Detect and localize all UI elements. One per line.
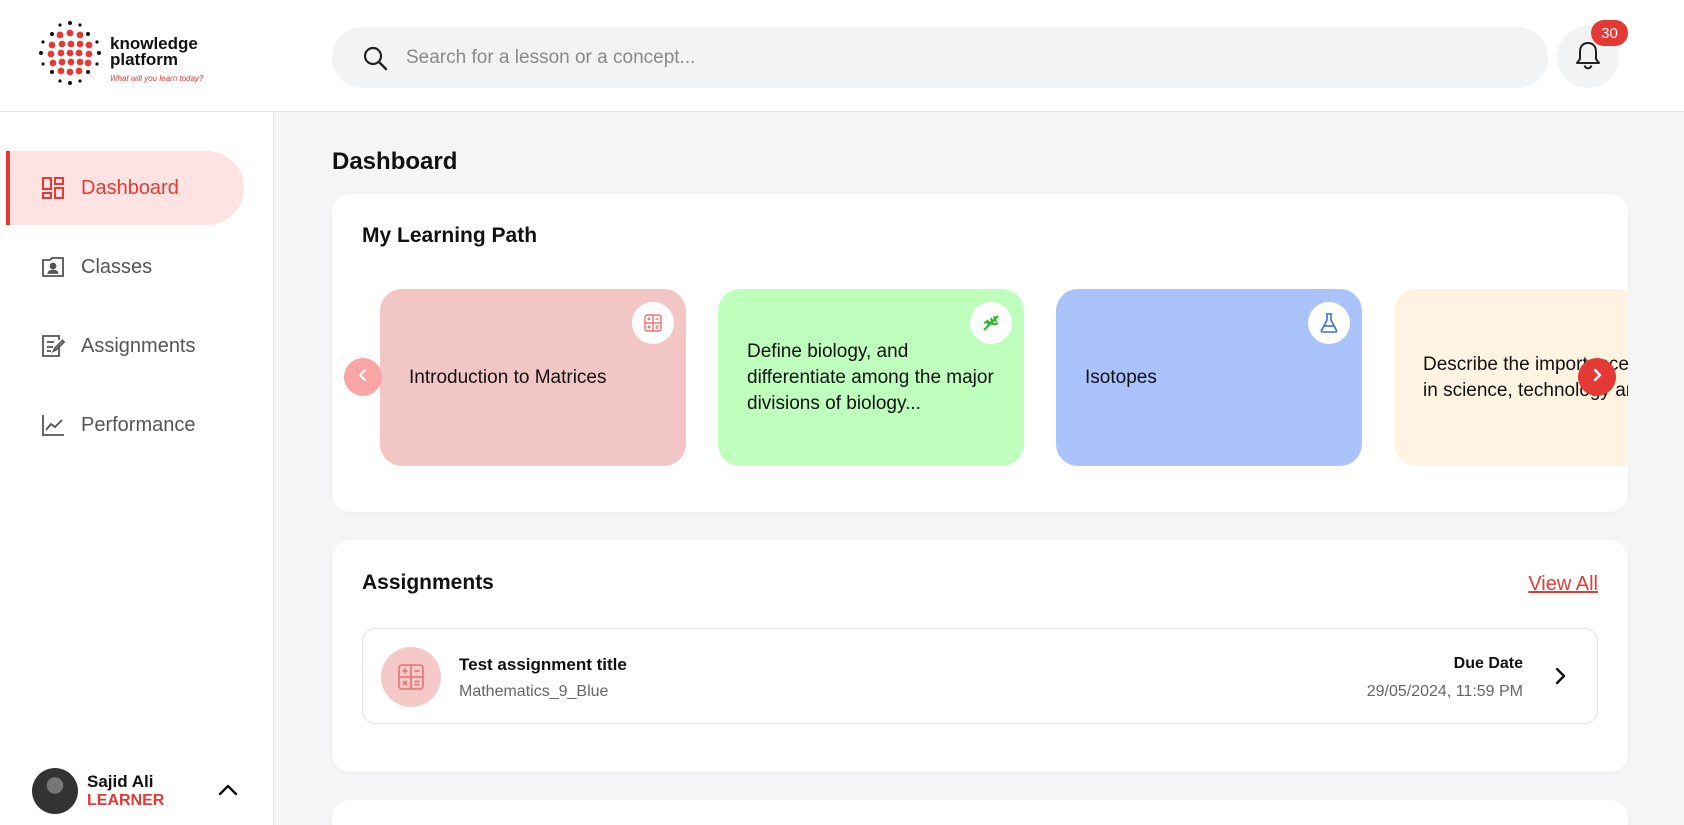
brand-name: knowledge platform xyxy=(110,35,198,69)
sidebar: Dashboard Classes Assignments Performanc… xyxy=(0,112,274,825)
lesson-card[interactable]: Introduction to Matrices xyxy=(380,289,686,466)
sidebar-item-classes[interactable]: Classes xyxy=(6,230,244,304)
brand-tagline: What will you learn today? xyxy=(110,74,204,83)
carousel-prev-button[interactable] xyxy=(344,358,382,396)
performance-chart-icon xyxy=(40,412,66,438)
next-section-card xyxy=(332,800,1628,825)
top-header: knowledge platform What will you learn t… xyxy=(0,0,1684,112)
brand-name-line2: platform xyxy=(110,50,178,69)
notification-count-badge: 30 xyxy=(1591,20,1628,46)
lesson-title: Isotopes xyxy=(1085,366,1157,388)
brand-logo[interactable]: knowledge platform What will you learn t… xyxy=(38,20,208,88)
due-date-value: 29/05/2024, 11:59 PM xyxy=(1366,683,1523,700)
flask-icon xyxy=(1308,302,1350,344)
lesson-card[interactable]: Isotopes xyxy=(1056,289,1362,466)
learning-path-title: My Learning Path xyxy=(362,224,538,247)
logo-dots-icon xyxy=(39,21,101,85)
sidebar-item-performance[interactable]: Performance xyxy=(6,388,244,462)
assignments-card: Assignments View All Test assignment tit… xyxy=(332,540,1628,772)
sidebar-item-label: Performance xyxy=(81,413,196,436)
user-profile[interactable]: Sajid Ali LEARNER xyxy=(32,764,252,820)
classes-icon xyxy=(40,254,66,280)
sidebar-item-label: Dashboard xyxy=(81,176,179,199)
view-all-link[interactable]: View All xyxy=(1528,573,1598,596)
sidebar-item-dashboard[interactable]: Dashboard xyxy=(6,151,244,225)
search-icon xyxy=(360,43,390,73)
assignments-title: Assignments xyxy=(362,571,494,594)
carousel-next-button[interactable] xyxy=(1578,358,1616,396)
user-role: LEARNER xyxy=(87,792,165,809)
search-bar[interactable] xyxy=(332,27,1548,88)
chevron-right-icon xyxy=(1591,368,1603,387)
chevron-up-icon[interactable] xyxy=(216,778,240,802)
due-date-label: Due Date xyxy=(1453,655,1523,672)
chevron-left-icon xyxy=(357,368,369,387)
dashboard-icon xyxy=(40,175,66,201)
assignments-icon xyxy=(40,333,66,359)
sidebar-item-label: Assignments xyxy=(81,334,196,357)
chevron-right-icon xyxy=(1549,665,1571,687)
avatar xyxy=(32,768,78,814)
calculator-icon xyxy=(381,647,441,707)
user-name: Sajid Ali xyxy=(87,772,154,791)
search-input[interactable] xyxy=(406,46,1506,69)
learning-path-card: My Learning Path Introduction to Matrice… xyxy=(332,194,1628,512)
sidebar-item-assignments[interactable]: Assignments xyxy=(6,309,244,383)
lesson-title: Introduction to Matrices xyxy=(409,366,607,388)
lesson-card[interactable]: Define biology, and differentiate among … xyxy=(718,289,1024,466)
assignment-row[interactable]: Test assignment title Mathematics_9_Blue… xyxy=(362,628,1598,724)
assignment-subject: Mathematics_9_Blue xyxy=(459,683,609,700)
learning-path-carousel: Introduction to Matrices Define biology,… xyxy=(380,289,1628,469)
page-title: Dashboard xyxy=(332,148,458,175)
sidebar-item-label: Classes xyxy=(81,255,153,278)
assignment-title: Test assignment title xyxy=(459,655,627,674)
lesson-title: Define biology, and differentiate among … xyxy=(747,340,994,414)
calculator-icon xyxy=(632,302,674,344)
